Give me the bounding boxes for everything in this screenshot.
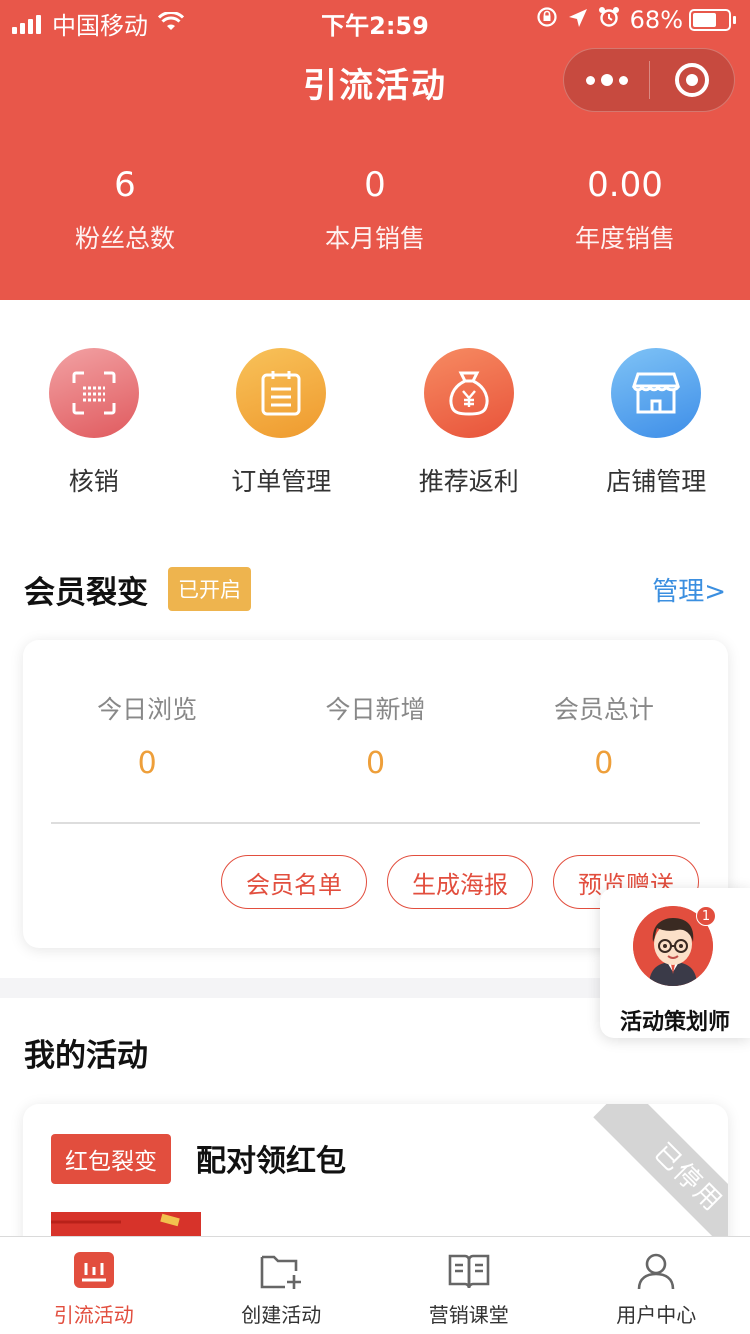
battery-percent: 68%: [629, 6, 683, 34]
section-title: 会员裂变: [24, 574, 148, 611]
add-folder-icon: [259, 1249, 303, 1293]
member-stat-value: 0: [137, 746, 157, 781]
stat-value: 0: [364, 165, 386, 205]
close-miniapp-button[interactable]: [650, 48, 734, 112]
member-list-button[interactable]: 会员名单: [221, 855, 367, 909]
tab-label: 创建活动: [241, 1303, 322, 1327]
battery-icon: [689, 9, 736, 31]
member-stats: 今日浏览 0 今日新增 0 会员总计 0: [23, 690, 728, 781]
section-title: 我的活动: [24, 1038, 148, 1074]
generate-poster-button[interactable]: 生成海报: [387, 855, 533, 909]
chart-icon: [72, 1249, 116, 1293]
target-icon: [674, 63, 709, 97]
tab-marketing-class[interactable]: 营销课堂: [375, 1237, 563, 1334]
status-bar: 中国移动 下午2:59 68%: [0, 0, 750, 40]
stat-value: 6: [114, 165, 136, 205]
scan-icon: [48, 348, 139, 438]
tab-label: 用户中心: [616, 1303, 697, 1327]
member-stat-label: 今日浏览: [97, 695, 198, 724]
stat-monthly-sales[interactable]: 0 本月销售: [250, 163, 500, 255]
divider: [51, 822, 700, 824]
quick-item-label: 推荐返利: [418, 467, 519, 496]
status-badge: 已开启: [168, 567, 251, 611]
tab-label: 营销课堂: [428, 1303, 509, 1327]
quick-item-label: 店铺管理: [606, 467, 707, 496]
quick-menu: 核销 订单管理 推荐返利 店铺管理: [0, 348, 750, 498]
tab-create-activity[interactable]: 创建活动: [188, 1237, 376, 1334]
orientation-lock-icon: [536, 6, 558, 34]
member-section-header: 会员裂变 已开启 管理>: [24, 566, 726, 612]
location-icon: [568, 6, 588, 34]
stat-value: 0.00: [587, 165, 663, 205]
header: 中国移动 下午2:59 68% 引流活动 6 粉丝总数 0 本月销售 0.00 …: [0, 0, 750, 300]
stat-label: 年度销售: [574, 224, 675, 253]
alarm-icon: [598, 6, 620, 34]
member-stat-total: 会员总计 0: [490, 690, 718, 781]
quick-item-verify[interactable]: 核销: [0, 348, 188, 498]
stat-annual-sales[interactable]: 0.00 年度销售: [500, 163, 750, 255]
book-icon: [447, 1249, 491, 1293]
tab-traffic-activity[interactable]: 引流活动: [0, 1237, 188, 1334]
user-icon: [634, 1249, 678, 1293]
member-stat-label: 会员总计: [553, 695, 654, 724]
quick-item-store[interactable]: 店铺管理: [563, 348, 750, 498]
more-button[interactable]: [564, 48, 649, 112]
activity-planner-float[interactable]: 1 活动策划师: [600, 888, 750, 1038]
stat-fans[interactable]: 6 粉丝总数: [0, 163, 250, 255]
quick-item-label: 核销: [68, 467, 119, 496]
member-stat-label: 今日新增: [325, 695, 426, 724]
status-ribbon: 已停用: [588, 1104, 728, 1244]
stats-row: 6 粉丝总数 0 本月销售 0.00 年度销售: [0, 163, 750, 255]
quick-item-rebate[interactable]: 推荐返利: [375, 348, 563, 498]
planner-label: 活动策划师: [619, 1010, 730, 1035]
member-stat-today-new: 今日新增 0: [261, 690, 489, 781]
member-stat-value: 0: [365, 746, 386, 781]
tab-label: 引流活动: [53, 1303, 134, 1327]
manage-link[interactable]: 管理>: [652, 571, 726, 608]
status-label: 已停用: [593, 1104, 728, 1244]
quick-item-orders[interactable]: 订单管理: [188, 348, 376, 498]
stat-label: 本月销售: [324, 224, 425, 253]
activity-name: 配对领红包: [196, 1144, 346, 1179]
tab-user-center[interactable]: 用户中心: [563, 1237, 750, 1334]
activity-type-tag: 红包裂变: [51, 1134, 171, 1184]
miniapp-capsule: [563, 48, 735, 112]
money-bag-icon: [423, 348, 514, 438]
clipboard-icon: [236, 348, 327, 438]
member-stat-today-views: 今日浏览 0: [33, 690, 261, 781]
stat-label: 粉丝总数: [74, 224, 175, 253]
notification-badge: 1: [696, 906, 716, 926]
quick-item-label: 订单管理: [231, 467, 332, 496]
tab-bar: 引流活动 创建活动 营销课堂 用户中心: [0, 1236, 750, 1334]
member-stat-value: 0: [594, 746, 614, 781]
store-icon: [611, 348, 702, 438]
